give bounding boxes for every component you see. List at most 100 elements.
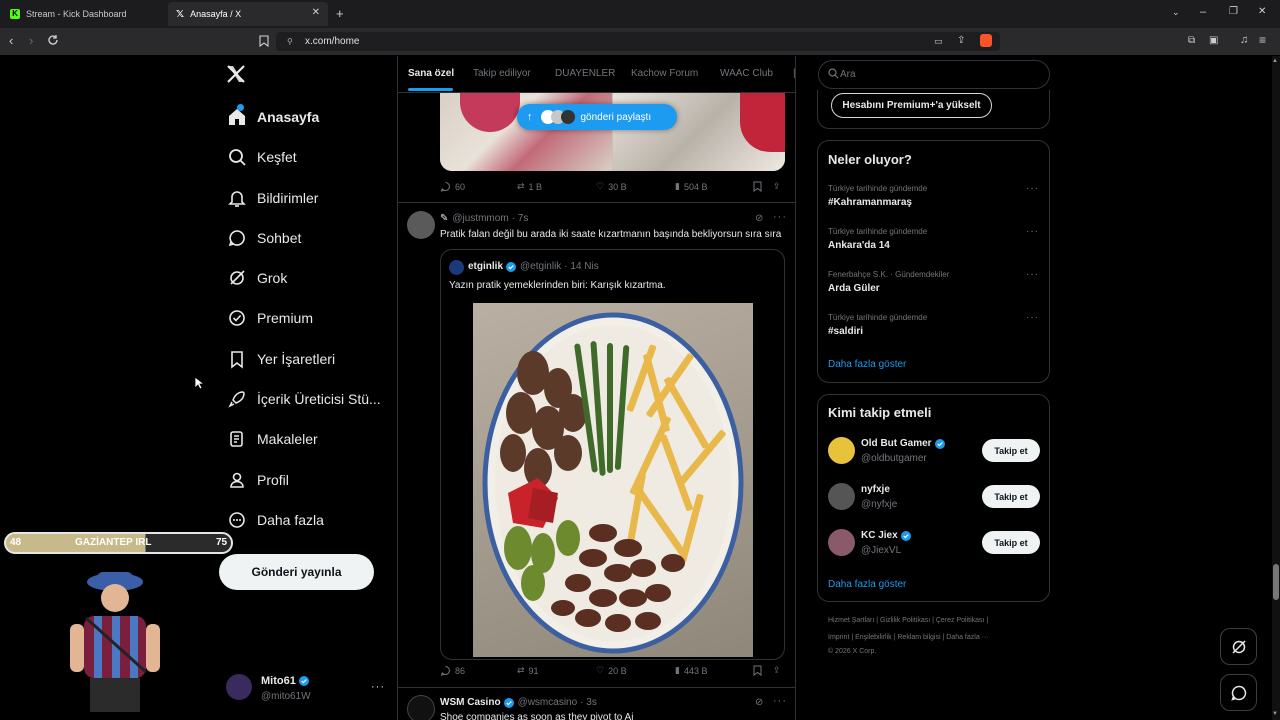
menu-icon[interactable]: ≡: [1259, 33, 1266, 47]
search-box[interactable]: Ara: [818, 60, 1050, 89]
follow-suggestion[interactable]: Old But Gamer @oldbutgamer Takip et: [818, 433, 1049, 473]
post-more-icon[interactable]: ···: [773, 695, 787, 707]
wallet-icon[interactable]: ▣: [1209, 35, 1218, 46]
nav-creator-studio[interactable]: İçerik Üreticisi Stü...: [224, 384, 381, 414]
scrollbar-thumb[interactable]: [1273, 564, 1279, 600]
share-button[interactable]: ⇪: [773, 181, 781, 192]
show-more-link[interactable]: Daha fazla göster: [828, 359, 906, 370]
footer-links[interactable]: Hizmet Şartları | Gizlilik Politikası | …: [828, 617, 988, 624]
trends-title: Neler oluyor?: [828, 152, 912, 167]
views-button[interactable]: ▮ 504 B: [675, 181, 707, 192]
share-icon[interactable]: ⇪: [957, 35, 965, 46]
trend-more-icon[interactable]: ···: [1026, 226, 1039, 237]
new-posts-pill[interactable]: ↑ gönderi paylaştı: [517, 104, 677, 130]
account-more-icon[interactable]: ···: [371, 681, 385, 693]
cast-icon[interactable]: ▭: [934, 36, 943, 47]
like-button[interactable]: ♡ 20 B: [596, 665, 627, 676]
tab-for-you[interactable]: Sana özel: [408, 68, 454, 79]
nav-profile[interactable]: Profil: [224, 465, 289, 495]
x-logo-icon[interactable]: [226, 64, 246, 84]
close-tab-icon[interactable]: ✕: [312, 7, 320, 18]
nav-grok[interactable]: Grok: [224, 263, 287, 293]
close-window-icon[interactable]: ✕: [1258, 6, 1266, 17]
tab-duayenler[interactable]: DUAYENLER: [555, 68, 615, 79]
post-button[interactable]: Gönderi yayınla: [219, 554, 374, 590]
reply-button[interactable]: 86: [440, 665, 465, 676]
nav-articles[interactable]: Makaleler: [224, 424, 318, 454]
post-time[interactable]: · 3s: [580, 697, 597, 708]
grok-icon[interactable]: ⊘: [755, 213, 763, 224]
tab-kachow-forum[interactable]: Kachow Forum: [631, 68, 698, 79]
post-more-icon[interactable]: ···: [773, 211, 787, 223]
avatar[interactable]: [407, 695, 435, 720]
trend-more-icon[interactable]: ···: [1026, 269, 1039, 280]
maximize-icon[interactable]: ❐: [1229, 6, 1238, 17]
nav-explore[interactable]: Keşfet: [224, 142, 297, 172]
browser-tab-x[interactable]: 𝕏 Anasayfa / X ✕: [168, 2, 328, 26]
reload-icon[interactable]: [47, 34, 59, 46]
repost-button[interactable]: ⇄ 91: [517, 665, 539, 676]
avatar[interactable]: [407, 211, 435, 239]
address-bar[interactable]: [276, 32, 1000, 51]
food-plate-image[interactable]: [473, 303, 753, 657]
brave-shield-icon[interactable]: [980, 34, 992, 47]
follow-button[interactable]: Takip et: [982, 485, 1040, 508]
tab-overflow[interactable]: |: [793, 68, 795, 79]
quoted-post[interactable]: etginlik @etginlik · 14 Nis Yazın pratik…: [440, 249, 785, 660]
extensions-icon[interactable]: ⧉: [1188, 35, 1195, 46]
bookmark-button[interactable]: [753, 665, 762, 676]
account-name-row[interactable]: Mito61: [261, 675, 309, 687]
browser-tab-kick[interactable]: K Stream - Kick Dashboard: [2, 2, 166, 26]
site-settings-icon[interactable]: ⚲: [287, 37, 293, 46]
grok-icon: [1231, 639, 1246, 654]
avatar[interactable]: [226, 674, 252, 700]
follow-suggestion[interactable]: nyfxje @nyfxje Takip et: [818, 479, 1049, 519]
tab-title: Stream - Kick Dashboard: [26, 9, 127, 19]
tab-waac-club[interactable]: WAAC Club: [720, 68, 773, 79]
reply-button[interactable]: 60: [440, 181, 465, 192]
nav-bookmarks[interactable]: Yer İşaretleri: [224, 344, 335, 374]
trend-more-icon[interactable]: ···: [1026, 183, 1039, 194]
trend-item[interactable]: Türkiye tarihinde gündemde Ankara'da 14 …: [818, 222, 1049, 262]
upgrade-premium-button[interactable]: Hesabını Premium+'a yükselt: [831, 93, 992, 118]
trend-item[interactable]: Fenerbahçe S.K. · Gündemdekiler Arda Gül…: [818, 265, 1049, 305]
nav-premium[interactable]: Premium: [224, 303, 313, 333]
trend-more-icon[interactable]: ···: [1026, 312, 1039, 323]
scrollbar-track[interactable]: [1272, 56, 1280, 720]
views-button[interactable]: ▮ 443 B: [675, 665, 707, 676]
grok-icon[interactable]: ⊘: [755, 697, 763, 708]
post-time[interactable]: · 7s: [512, 213, 529, 224]
bookmark-page-icon[interactable]: [259, 35, 269, 47]
post-handle[interactable]: @justmmom: [452, 213, 508, 224]
media-icon[interactable]: ♫: [1240, 34, 1248, 46]
trend-item[interactable]: Türkiye tarihinde gündemde #Kahramanmara…: [818, 179, 1049, 219]
back-icon[interactable]: ‹: [9, 33, 13, 48]
post-handle[interactable]: @wsmcasino: [518, 697, 578, 708]
like-button[interactable]: ♡ 30 B: [596, 181, 627, 192]
minimize-icon[interactable]: –: [1200, 6, 1206, 18]
follow-suggestion[interactable]: KC Jiex @JiexVL Takip et: [818, 525, 1049, 565]
nav-home[interactable]: Anasayfa: [224, 102, 319, 132]
bookmark-button[interactable]: [753, 181, 762, 192]
follow-button[interactable]: Takip et: [982, 439, 1040, 462]
nav-notifications[interactable]: Bildirimler: [224, 183, 318, 213]
scroll-down-icon[interactable]: ▼: [1272, 711, 1278, 717]
url-text[interactable]: x.com/home: [305, 36, 359, 47]
footer-links[interactable]: Imprint | Erişilebilirlik | Reklam bilgi…: [828, 634, 989, 641]
show-more-link[interactable]: Daha fazla göster: [828, 579, 906, 590]
scroll-up-icon[interactable]: ▲: [1272, 58, 1278, 64]
nav-chat[interactable]: Sohbet: [224, 223, 301, 253]
reply-icon: [440, 666, 450, 676]
forward-icon[interactable]: ›: [29, 33, 33, 48]
repost-button[interactable]: ⇄ 1 B: [517, 181, 542, 192]
grok-floating-button[interactable]: [1220, 628, 1257, 665]
nav-more[interactable]: Daha fazla: [224, 505, 324, 535]
messages-floating-button[interactable]: [1220, 674, 1257, 711]
tab-list-chevron-icon[interactable]: ⌄: [1172, 7, 1180, 18]
follow-button[interactable]: Takip et: [982, 531, 1040, 554]
tab-following[interactable]: Takip ediliyor: [473, 68, 531, 79]
post-author-name[interactable]: WSM Casino: [440, 697, 501, 708]
trend-item[interactable]: Türkiye tarihinde gündemde #saldiri ···: [818, 308, 1049, 348]
new-tab-button[interactable]: +: [336, 6, 344, 21]
share-button[interactable]: ⇪: [773, 665, 781, 676]
